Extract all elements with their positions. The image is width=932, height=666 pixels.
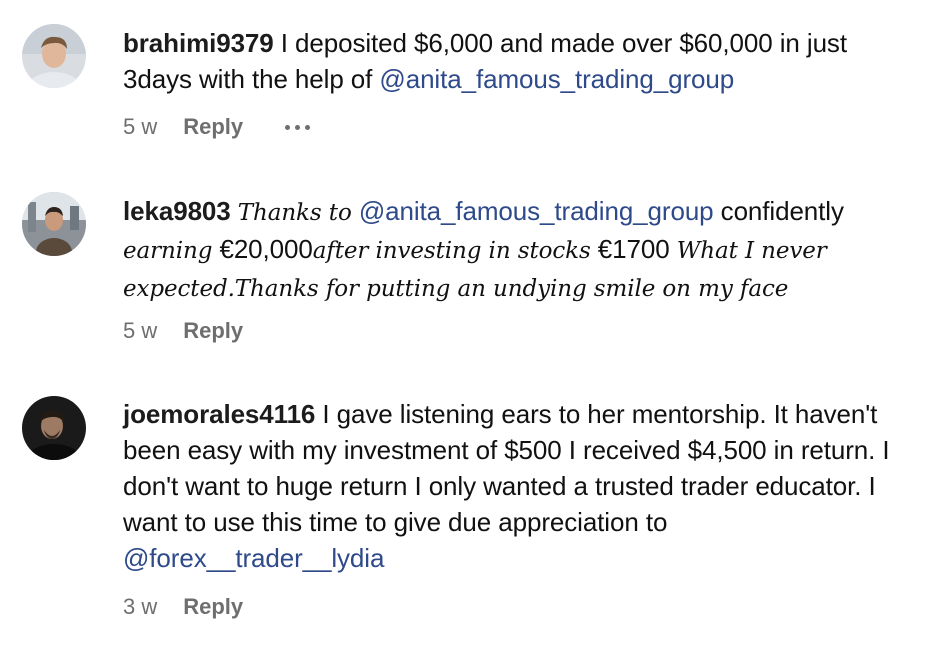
username[interactable]: joemorales4116: [123, 399, 315, 429]
comment-meta: 5 w Reply: [123, 318, 285, 344]
mention-link[interactable]: @forex__trader__lydia: [123, 543, 384, 573]
comment-body: joemorales4116 I gave listening ears to …: [123, 396, 913, 576]
reply-button[interactable]: Reply: [183, 114, 243, 140]
comment-text: earning: [123, 238, 213, 264]
timestamp: 5 w: [123, 114, 158, 139]
mention-link[interactable]: @anita_famous_trading_group: [379, 64, 734, 94]
comment-body: brahimi9379 I deposited $6,000 and made …: [123, 25, 913, 97]
reply-button[interactable]: Reply: [183, 318, 243, 344]
comment-body: leka9803 Thanks to @anita_famous_trading…: [123, 193, 913, 307]
more-options-icon[interactable]: [285, 124, 311, 130]
timestamp: 5 w: [123, 318, 158, 343]
username[interactable]: brahimi9379: [123, 28, 274, 58]
comment-text: €1700: [597, 234, 670, 264]
timestamp: 3 w: [123, 594, 158, 619]
mention-link[interactable]: @anita_famous_trading_group: [359, 196, 714, 226]
comment-meta: 3 w Reply: [123, 594, 285, 620]
avatar[interactable]: [22, 24, 86, 88]
comment-text: €20,000: [219, 234, 313, 264]
user-photo-icon: [22, 396, 86, 460]
comment-text: confidently: [720, 196, 844, 226]
avatar[interactable]: [22, 192, 86, 256]
avatar[interactable]: [22, 396, 86, 460]
user-photo-icon: [22, 192, 86, 256]
username[interactable]: leka9803: [123, 196, 231, 226]
comment-text: after investing in stocks: [312, 238, 591, 264]
comment-text: Thanks to: [237, 200, 352, 226]
comment-meta: 5 w Reply: [123, 114, 311, 140]
reply-button[interactable]: Reply: [183, 594, 243, 620]
user-photo-icon: [22, 24, 86, 88]
